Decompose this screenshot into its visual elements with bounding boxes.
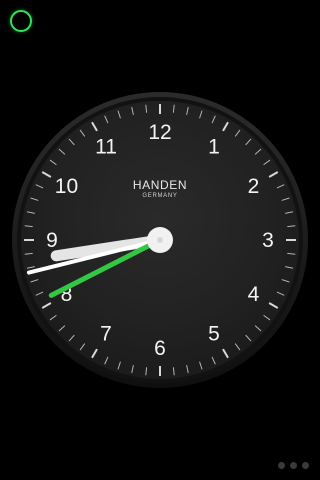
analog-clock: 12 1 2 3 4 5 6 7 8 9 10 11 HANDEN GERMANY [0,0,320,480]
clock-number-12: 12 [148,121,171,144]
clock-number-3: 3 [262,229,274,252]
clock-svg: 121234567891011 [12,92,308,388]
clock-number-6: 6 [154,337,166,360]
page-dots-icon[interactable] [278,462,309,469]
clock-number-9: 9 [46,229,58,252]
clock-number-7: 7 [100,323,112,346]
clock-number-10: 10 [55,175,78,198]
page-dot-icon[interactable] [278,462,285,469]
clock-number-2: 2 [248,175,260,198]
page-dot-icon[interactable] [290,462,297,469]
clock-number-1: 1 [208,135,220,158]
clock-number-4: 4 [248,283,260,306]
clock-number-11: 11 [95,135,117,158]
clock-center-pin [157,237,163,243]
page-dot-icon[interactable] [302,462,309,469]
clock-number-5: 5 [208,323,220,346]
clock-screen: 12 1 2 3 4 5 6 7 8 9 10 11 HANDEN GERMANY [0,0,320,480]
